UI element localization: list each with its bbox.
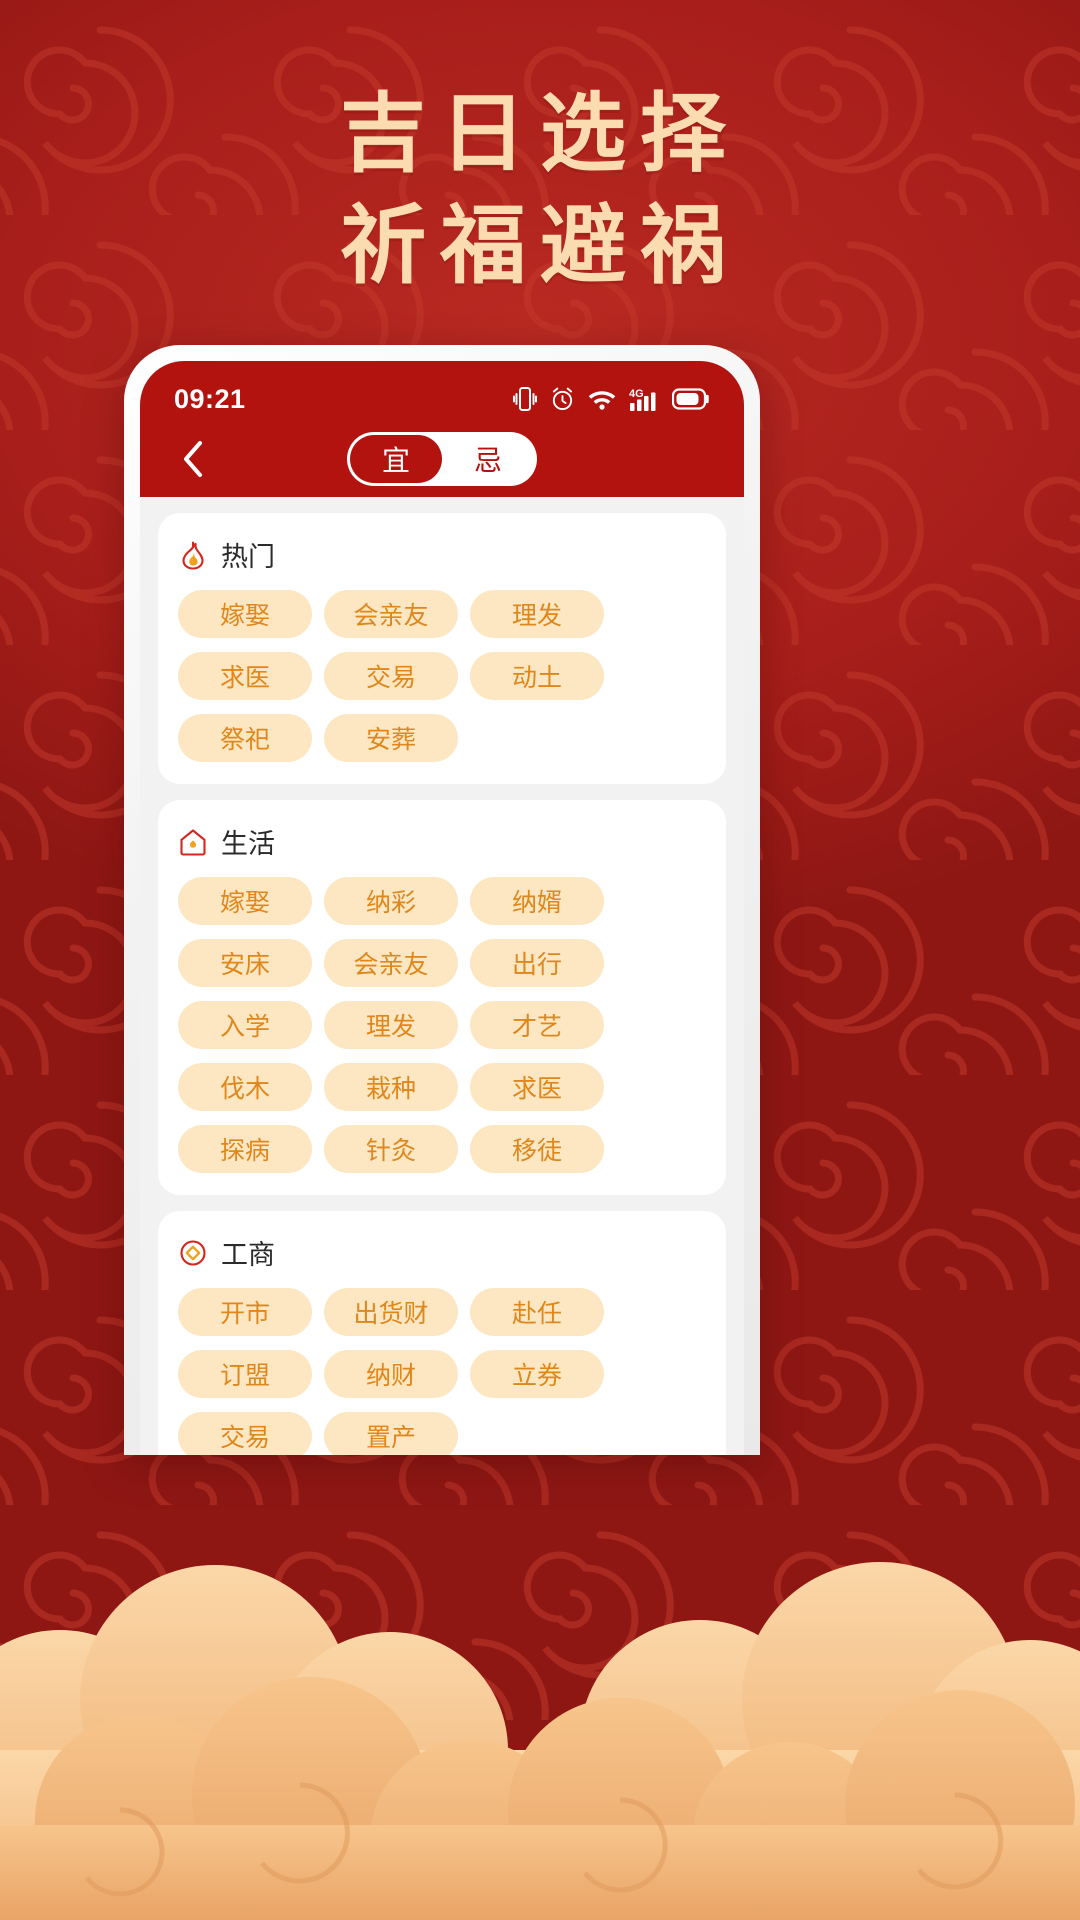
- wifi-icon: [588, 391, 616, 410]
- tag-item[interactable]: 移徒: [470, 1125, 604, 1173]
- section-title: 热门: [221, 542, 275, 572]
- tag-item[interactable]: 出货财: [324, 1288, 458, 1336]
- coin-icon: [180, 1239, 206, 1266]
- tag-item[interactable]: 出行: [470, 939, 604, 987]
- headline-line-2: 祈福避祸: [340, 196, 740, 296]
- back-button[interactable]: [166, 432, 220, 486]
- tag-item[interactable]: 栽种: [324, 1063, 458, 1111]
- tag-item[interactable]: 伐木: [178, 1063, 312, 1111]
- poster-headline: 吉日选择 祈福避祸: [0, 78, 1080, 302]
- tag-item[interactable]: 嫁娶: [178, 877, 312, 925]
- section-header: 工商: [178, 1233, 706, 1272]
- vibrate-icon: [513, 387, 537, 411]
- tag-item[interactable]: 会亲友: [324, 590, 458, 638]
- tag-item[interactable]: 置产: [324, 1412, 458, 1455]
- tag-item[interactable]: 针灸: [324, 1125, 458, 1173]
- signal-4g-icon: 4G: [629, 388, 656, 411]
- tag-item[interactable]: 交易: [178, 1412, 312, 1455]
- tag-item[interactable]: 理发: [470, 590, 604, 638]
- tag-item[interactable]: 探病: [178, 1125, 312, 1173]
- tag-item[interactable]: 祭祀: [178, 714, 312, 762]
- nav-bar: 宜 忌: [140, 419, 744, 499]
- house-icon: [180, 828, 206, 856]
- svg-text:4G: 4G: [629, 388, 644, 400]
- tag-item[interactable]: 理发: [324, 1001, 458, 1049]
- tag-item[interactable]: 纳财: [324, 1350, 458, 1398]
- tag-item[interactable]: 求医: [470, 1063, 604, 1111]
- section-card-business: 工商 开市 出货财 赴任 订盟 纳财 立券 交易 置产: [158, 1211, 726, 1455]
- status-bar: 09:21 4G: [140, 379, 744, 419]
- status-clock: 09:21: [174, 383, 246, 414]
- section-list[interactable]: 热门 嫁娶 会亲友 理发 求医 交易 动土 祭祀 安葬 生活 嫁娶 纳彩 纳婿 …: [140, 497, 744, 1455]
- tag-item[interactable]: 嫁娶: [178, 590, 312, 638]
- section-title: 生活: [221, 829, 275, 859]
- flame-icon: [182, 540, 204, 570]
- headline-line-1: 吉日选择: [340, 84, 740, 184]
- tag-item[interactable]: 求医: [178, 652, 312, 700]
- tag-group: 开市 出货财 赴任 订盟 纳财 立券 交易 置产: [178, 1288, 706, 1455]
- tag-group: 嫁娶 纳彩 纳婿 安床 会亲友 出行 入学 理发 才艺 伐木 栽种 求医 探病 …: [178, 877, 706, 1173]
- tag-item[interactable]: 开市: [178, 1288, 312, 1336]
- app-header: 09:21 4G 宜 忌: [140, 361, 744, 497]
- battery-icon: [672, 388, 709, 410]
- section-card-hot: 热门 嫁娶 会亲友 理发 求医 交易 动土 祭祀 安葬: [158, 513, 726, 784]
- tag-item[interactable]: 赴任: [470, 1288, 604, 1336]
- tag-item[interactable]: 纳彩: [324, 877, 458, 925]
- phone-mockup: 09:21 4G 宜 忌 热门 嫁娶 会亲友 理发 求医 交易 动土 祭祀 安葬…: [124, 345, 760, 1455]
- tag-item[interactable]: 动土: [470, 652, 604, 700]
- tab-ji[interactable]: 忌: [442, 435, 534, 483]
- tag-item[interactable]: 交易: [324, 652, 458, 700]
- tag-item[interactable]: 入学: [178, 1001, 312, 1049]
- alarm-icon: [552, 387, 573, 411]
- tag-group: 嫁娶 会亲友 理发 求医 交易 动土 祭祀 安葬: [178, 590, 706, 762]
- section-header: 热门: [178, 535, 706, 574]
- tag-item[interactable]: 安葬: [324, 714, 458, 762]
- tag-item[interactable]: 才艺: [470, 1001, 604, 1049]
- tab-yi[interactable]: 宜: [350, 435, 442, 483]
- yi-ji-segmented-control[interactable]: 宜 忌: [347, 432, 537, 486]
- status-icons: 4G: [513, 386, 710, 412]
- section-card-life: 生活 嫁娶 纳彩 纳婿 安床 会亲友 出行 入学 理发 才艺 伐木 栽种 求医 …: [158, 800, 726, 1195]
- tag-item[interactable]: 订盟: [178, 1350, 312, 1398]
- phone-screen: 09:21 4G 宜 忌 热门 嫁娶 会亲友 理发 求医 交易 动土 祭祀 安葬…: [140, 361, 744, 1455]
- section-title: 工商: [221, 1240, 275, 1270]
- tag-item[interactable]: 立券: [470, 1350, 604, 1398]
- tag-item[interactable]: 会亲友: [324, 939, 458, 987]
- back-chevron-icon: [184, 441, 202, 477]
- tag-item[interactable]: 纳婿: [470, 877, 604, 925]
- section-header: 生活: [178, 822, 706, 861]
- tag-item[interactable]: 安床: [178, 939, 312, 987]
